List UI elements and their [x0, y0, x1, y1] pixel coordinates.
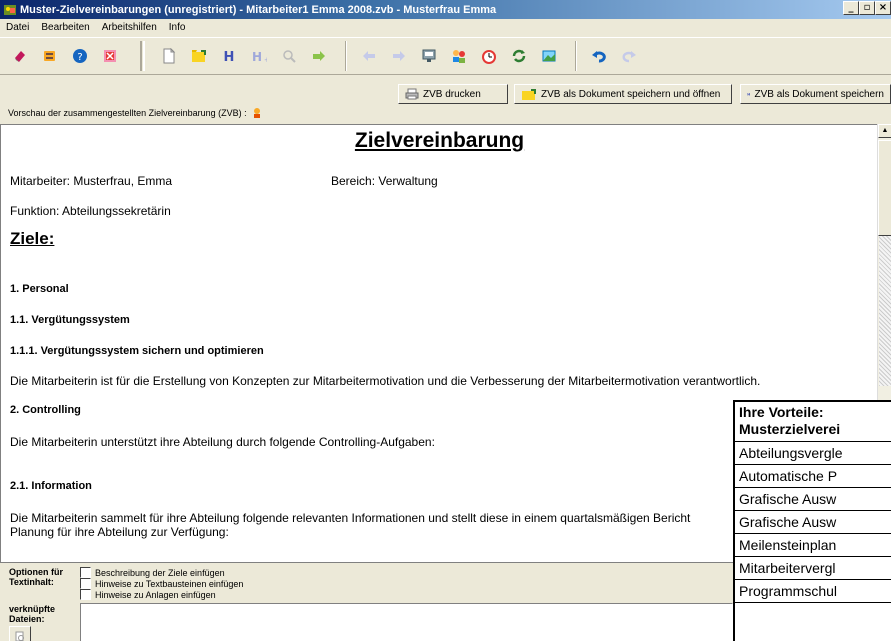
svg-text:?: ? [77, 52, 82, 63]
menu-bearbeiten[interactable]: Bearbeiten [39, 22, 91, 33]
image-icon[interactable] [537, 44, 561, 68]
advantage-item: Abteilungsvergle [735, 442, 891, 465]
open-folder-icon [522, 88, 536, 100]
forward-arrow-icon[interactable] [307, 44, 331, 68]
close-button[interactable]: × [875, 1, 891, 15]
save-h-icon[interactable]: H [217, 44, 241, 68]
save-zvb-button[interactable]: H ZVB als Dokument speichern [740, 84, 891, 104]
undo-icon[interactable] [587, 44, 611, 68]
option-attachment-hints[interactable]: Hinweise zu Anlagen einfügen [80, 589, 216, 600]
describe-goals-label: Beschreibung der Ziele einfügen [95, 567, 225, 578]
text-hints-checkbox[interactable] [80, 578, 91, 589]
scroll-track[interactable] [879, 236, 891, 386]
paragraph-controlling: Die Mitarbeiterin unterstützt ihre Abtei… [10, 435, 435, 449]
save-h-plus-icon[interactable]: H + [247, 44, 271, 68]
section-personal: 1. Personal [10, 283, 69, 295]
paragraph-motivation: Die Mitarbeiterin ist für die Erstellung… [10, 374, 761, 388]
action-bar: ZVB drucken ZVB als Dokument speichern u… [0, 78, 891, 118]
printer-icon [405, 88, 419, 100]
attachment-hints-checkbox[interactable] [80, 589, 91, 600]
window-controls: _ ▫ × [843, 1, 891, 15]
function-text: Funktion: Abteilungssekretärin [10, 204, 171, 218]
menu-arbeitshilfen[interactable]: Arbeitshilfen [100, 22, 159, 33]
text-hints-label: Hinweise zu Textbausteinen einfügen [95, 578, 244, 589]
advantage-item: Grafische Ausw [735, 511, 891, 534]
add-file-button[interactable] [9, 626, 31, 641]
menu-datei[interactable]: Datei [4, 22, 31, 33]
preview-label-row: Vorschau der zusammengestellten Zielvere… [8, 107, 263, 119]
menu-info[interactable]: Info [167, 22, 188, 33]
preview-label: Vorschau der zusammengestellten Zielvere… [8, 108, 247, 118]
maximize-button[interactable]: ▫ [859, 1, 875, 15]
redo-icon[interactable] [617, 44, 641, 68]
section-controlling: 2. Controlling [10, 404, 81, 416]
toolbar: ? H H + [0, 37, 891, 75]
print-zvb-button[interactable]: ZVB drucken [398, 84, 508, 104]
refresh-icon[interactable] [507, 44, 531, 68]
search-icon[interactable] [277, 44, 301, 68]
person-icon[interactable] [251, 107, 263, 119]
employee-text: Mitarbeiter: Musterfrau, Emma [10, 174, 173, 188]
clock-icon[interactable] [477, 44, 501, 68]
new-document-icon[interactable] [157, 44, 181, 68]
options-label: Optionen für Textinhalt: [9, 567, 63, 587]
advantages-heading-line1: Ihre Vorteile: [739, 404, 824, 420]
title-bar: Muster-Zielvereinbarungen (unregistriert… [0, 0, 891, 19]
window-title: Muster-Zielvereinbarungen (unregistriert… [20, 3, 497, 16]
app-icon[interactable] [2, 2, 18, 18]
attachment-hints-label: Hinweise zu Anlagen einfügen [95, 589, 216, 600]
file-search-icon [15, 631, 24, 641]
advantage-item: Programmschul [735, 580, 891, 603]
close-red-icon[interactable] [98, 44, 122, 68]
minimize-button[interactable]: _ [843, 1, 859, 15]
svg-text:+: + [264, 56, 267, 63]
section-verguetung-sichern: 1.1.1. Vergütungssystem sichern und opti… [10, 345, 264, 357]
advantages-heading-line2: Musterzielverei [739, 421, 841, 437]
save-h-icon: H [747, 92, 750, 96]
document-title: Zielvereinbarung [354, 129, 525, 152]
paragraph-information: Die Mitarbeiterin sammelt für ihre Abtei… [10, 511, 691, 525]
option-text-hints[interactable]: Hinweise zu Textbausteinen einfügen [80, 578, 243, 589]
save-open-zvb-button[interactable]: ZVB als Dokument speichern und öffnen [514, 84, 732, 104]
advantage-item: Grafische Ausw [735, 488, 891, 511]
menu-bar: Datei Bearbeiten Arbeitshilfen Info [0, 19, 891, 36]
advantage-item: Automatische P [735, 465, 891, 488]
forward-arrow-2-icon[interactable] [387, 44, 411, 68]
toolbar-separator [345, 41, 347, 71]
option-describe-goals[interactable]: Beschreibung der Ziele einfügen [80, 567, 225, 578]
advantages-panel: Ihre Vorteile: Musterzielverei Abteilung… [733, 400, 891, 641]
print-zvb-label: ZVB drucken [423, 88, 481, 100]
svg-text:H: H [252, 50, 262, 63]
svg-text:H: H [747, 92, 750, 96]
back-arrow-icon[interactable] [357, 44, 381, 68]
toolbar-separator [575, 41, 577, 71]
linked-files-list[interactable] [80, 603, 733, 641]
scroll-up-arrow[interactable]: ▲ [878, 124, 891, 138]
section-verguetungssystem: 1.1. Vergütungssystem [10, 314, 130, 326]
eraser-icon[interactable] [8, 44, 32, 68]
help-icon[interactable]: ? [68, 44, 92, 68]
advantages-heading: Ihre Vorteile: Musterzielverei [735, 402, 891, 442]
describe-goals-checkbox[interactable] [80, 567, 91, 578]
area-text: Bereich: Verwaltung [331, 174, 438, 188]
linked-files-label: verknüpfte Dateien: [9, 604, 56, 624]
svg-text:H: H [224, 50, 235, 63]
advantage-item: Mitarbeitervergl [735, 557, 891, 580]
people-icon[interactable] [447, 44, 471, 68]
comment-icon[interactable] [417, 44, 441, 68]
advantage-item: Meilensteinplan [735, 534, 891, 557]
save-open-zvb-label: ZVB als Dokument speichern und öffnen [541, 88, 721, 100]
scroll-thumb[interactable] [878, 140, 891, 236]
toolbar-separator [140, 41, 145, 71]
goals-heading: Ziele: [10, 229, 55, 248]
open-folder-icon[interactable] [187, 44, 211, 68]
book-icon[interactable] [38, 44, 62, 68]
paragraph-information-cont: Planung für ihre Abteilung zur Verfügung… [10, 525, 229, 539]
save-zvb-label: ZVB als Dokument speichern [754, 88, 884, 100]
section-information: 2.1. Information [10, 480, 92, 492]
